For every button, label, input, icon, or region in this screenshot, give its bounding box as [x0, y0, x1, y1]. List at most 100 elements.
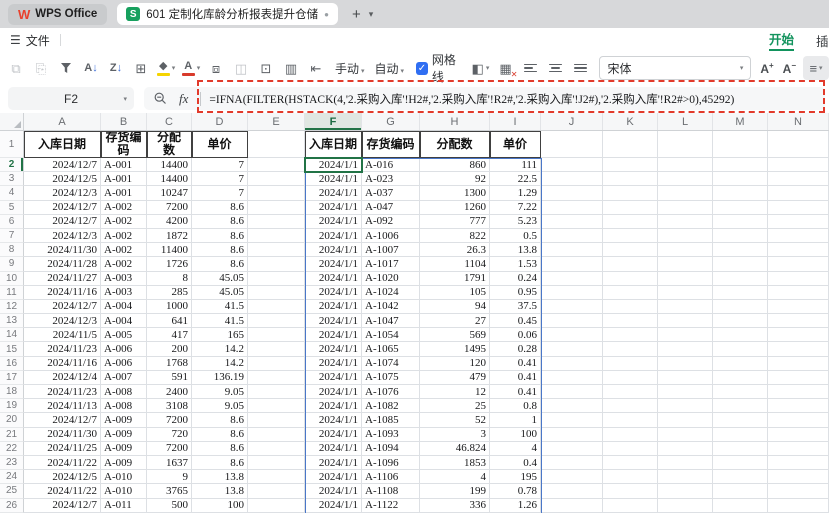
file-menu[interactable]: 文件 [26, 32, 50, 49]
cell[interactable]: 1726 [147, 257, 192, 271]
cell[interactable] [248, 484, 305, 498]
cell[interactable]: 569 [420, 328, 490, 342]
cell[interactable]: A-1020 [362, 272, 420, 286]
cell[interactable]: 2024/1/1 [305, 215, 362, 229]
gridlines-checkbox[interactable]: ✓ [416, 62, 428, 75]
cell[interactable] [248, 470, 305, 484]
format-painter-icon[interactable]: ⎘ [32, 58, 50, 78]
cell[interactable]: 0.28 [490, 342, 541, 356]
cell[interactable]: 2024/1/1 [305, 243, 362, 257]
cell[interactable] [768, 272, 829, 286]
cell[interactable]: 1260 [420, 201, 490, 215]
cell[interactable] [541, 456, 603, 470]
cell[interactable] [768, 243, 829, 257]
cell[interactable]: 165 [192, 328, 248, 342]
cell[interactable]: 2024/12/4 [24, 371, 101, 385]
cell[interactable]: 336 [420, 499, 490, 513]
cell[interactable] [713, 371, 768, 385]
cell[interactable]: 7200 [147, 442, 192, 456]
cell[interactable]: 单价 [490, 131, 541, 158]
cell[interactable] [248, 328, 305, 342]
cell[interactable] [603, 399, 658, 413]
cell[interactable]: A-037 [362, 186, 420, 200]
cell[interactable]: 8.6 [192, 257, 248, 271]
document-tab[interactable]: S 601 定制化库龄分析报表提升仓储 ● [117, 3, 338, 25]
cell[interactable] [658, 456, 713, 470]
cell[interactable]: A-011 [101, 499, 147, 513]
cell[interactable] [658, 484, 713, 498]
cell[interactable] [768, 385, 829, 399]
cell[interactable] [658, 286, 713, 300]
cell[interactable]: 285 [147, 286, 192, 300]
auto-calc-dropdown[interactable]: 自动▾ [375, 60, 405, 77]
cell[interactable]: 1300 [420, 186, 490, 200]
column-header-A[interactable]: A [24, 113, 101, 130]
cell[interactable]: 1 [490, 413, 541, 427]
cell[interactable]: 入库日期 [305, 131, 362, 158]
cell[interactable]: 8.6 [192, 243, 248, 257]
cell[interactable] [603, 186, 658, 200]
cell[interactable]: A-005 [101, 328, 147, 342]
cell[interactable]: 8 [147, 272, 192, 286]
wrap-text-icon[interactable]: ⊡ [257, 58, 275, 78]
cell[interactable]: 22.5 [490, 172, 541, 186]
cell[interactable] [248, 158, 305, 172]
cell[interactable]: 10247 [147, 186, 192, 200]
cell[interactable]: 1872 [147, 229, 192, 243]
cell[interactable]: 0.5 [490, 229, 541, 243]
cell[interactable] [248, 399, 305, 413]
cell[interactable]: 200 [147, 342, 192, 356]
cell[interactable] [541, 413, 603, 427]
cell[interactable] [713, 243, 768, 257]
cell[interactable] [248, 215, 305, 229]
cell[interactable] [541, 300, 603, 314]
cell[interactable] [713, 413, 768, 427]
cell[interactable] [248, 201, 305, 215]
cell[interactable]: 1.29 [490, 186, 541, 200]
cell[interactable]: A-1075 [362, 371, 420, 385]
cell[interactable]: 存货编码 [362, 131, 420, 158]
formula-input-area[interactable]: fx =IFNA(FILTER(HSTACK(4,'2.采购入库'!H2#,'2… [144, 87, 825, 110]
cell[interactable] [603, 172, 658, 186]
cell[interactable]: 2024/1/1 [305, 357, 362, 371]
row-header-25[interactable]: 25 [0, 484, 24, 498]
cell[interactable]: 2024/11/28 [24, 257, 101, 271]
cell[interactable]: 591 [147, 371, 192, 385]
cell[interactable]: 0.4 [490, 456, 541, 470]
cell[interactable] [658, 499, 713, 513]
cell[interactable] [658, 342, 713, 356]
cell[interactable] [603, 371, 658, 385]
cell[interactable]: 92 [420, 172, 490, 186]
cell[interactable]: 2024/11/22 [24, 456, 101, 470]
tab-home[interactable]: 开始 [769, 29, 794, 51]
cell[interactable]: 1495 [420, 342, 490, 356]
row-header-16[interactable]: 16 [0, 357, 24, 371]
cell[interactable] [248, 229, 305, 243]
cell[interactable] [768, 215, 829, 229]
cell[interactable] [768, 158, 829, 172]
delete-cells-icon[interactable]: ▦✕ [496, 58, 514, 78]
cell[interactable]: 860 [420, 158, 490, 172]
column-header-C[interactable]: C [147, 113, 192, 130]
cell[interactable] [603, 456, 658, 470]
cell[interactable] [603, 385, 658, 399]
row-header-10[interactable]: 10 [0, 272, 24, 286]
cell[interactable] [658, 158, 713, 172]
cell[interactable]: 2024/1/1 [305, 300, 362, 314]
cell[interactable] [658, 328, 713, 342]
cell[interactable] [713, 499, 768, 513]
cell[interactable]: 8.6 [192, 229, 248, 243]
cell[interactable]: A-1007 [362, 243, 420, 257]
cell[interactable]: 2024/11/25 [24, 442, 101, 456]
cell[interactable] [541, 442, 603, 456]
cell[interactable] [541, 257, 603, 271]
name-box-chevron-icon[interactable]: ▾ [123, 95, 127, 103]
cell[interactable]: 分配数 [420, 131, 490, 158]
fill-color-icon[interactable]: ◆▾ [157, 58, 175, 78]
cell[interactable]: 2024/1/1 [305, 272, 362, 286]
cell[interactable]: A-009 [101, 428, 147, 442]
cell[interactable]: 2024/12/7 [24, 201, 101, 215]
cell[interactable]: 14400 [147, 172, 192, 186]
cell[interactable] [541, 428, 603, 442]
cell[interactable] [658, 215, 713, 229]
